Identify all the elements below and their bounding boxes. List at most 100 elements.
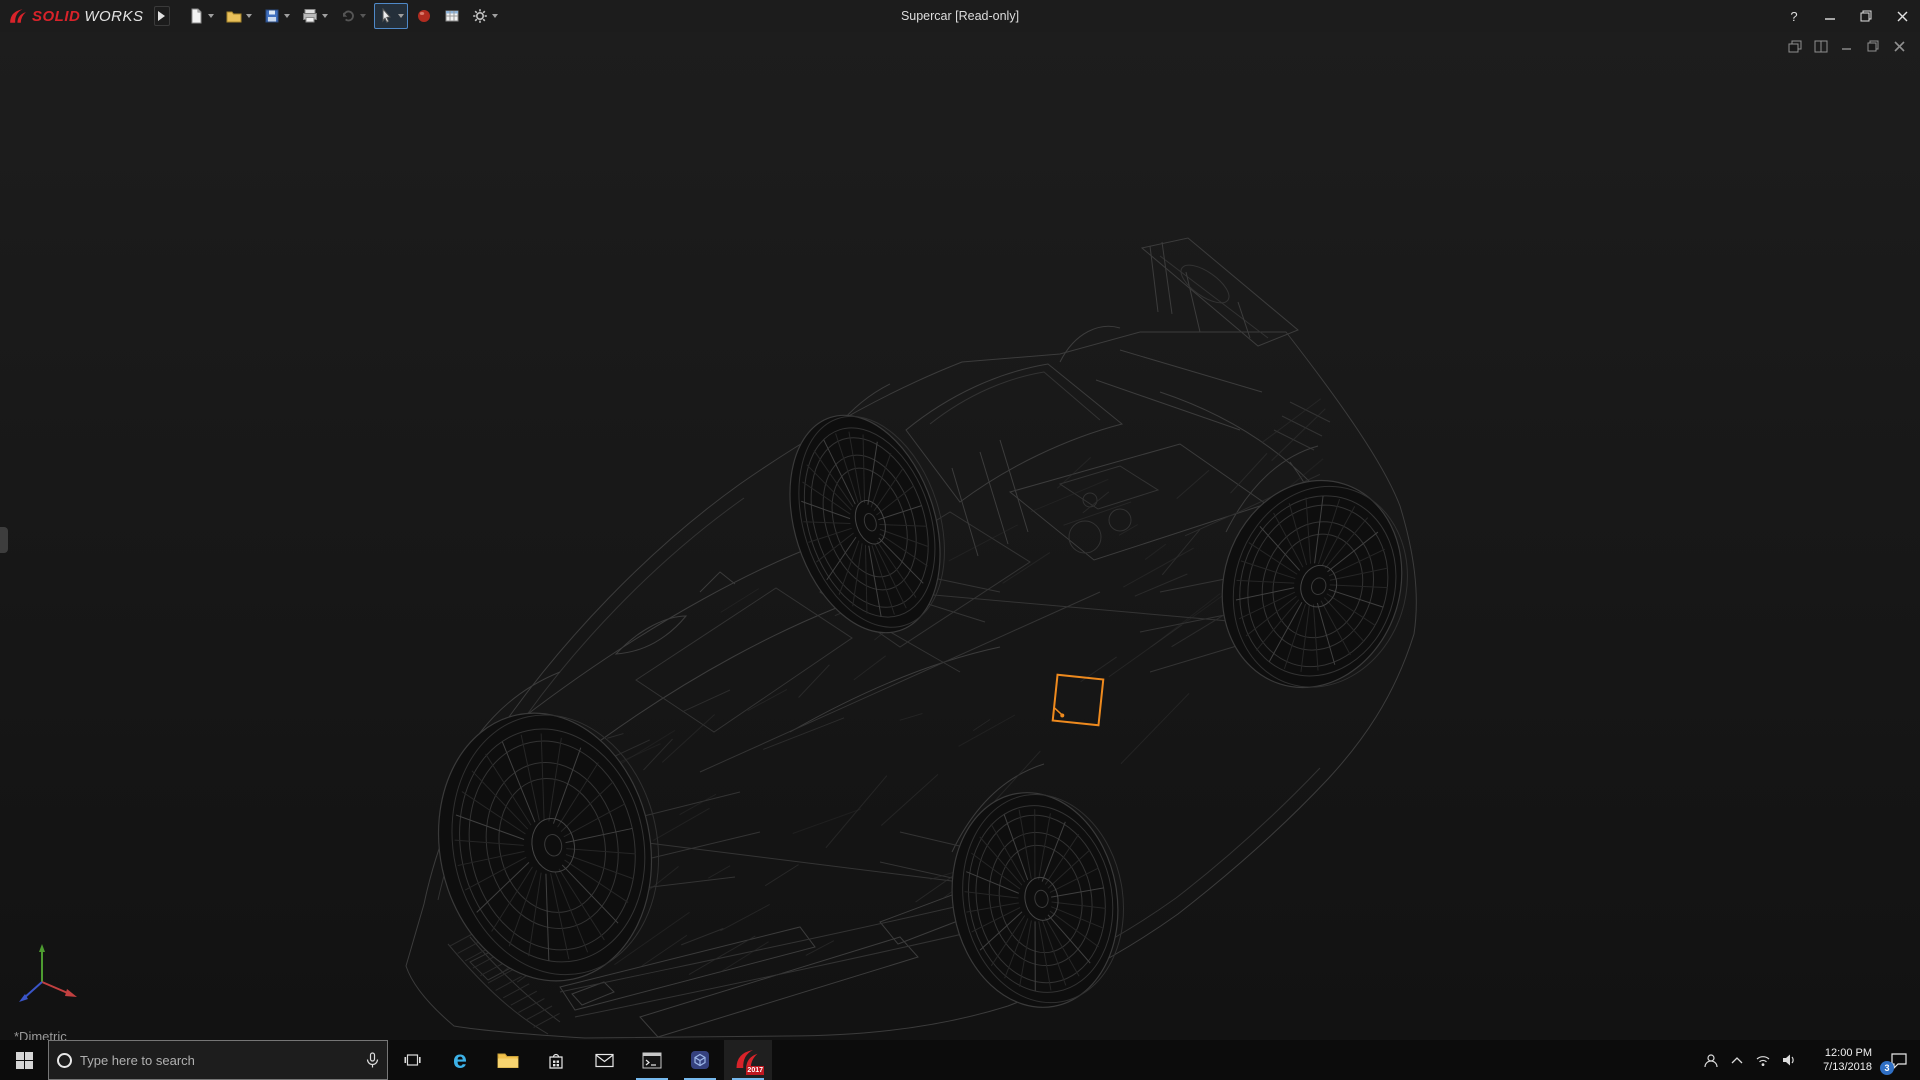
minimize-button[interactable] bbox=[1812, 0, 1848, 32]
window-controls: ? bbox=[1776, 0, 1920, 32]
solidworks-window: Supercar [Read-only] SOLIDWORKS bbox=[0, 0, 1920, 1080]
doc-cascade-button[interactable] bbox=[1786, 38, 1804, 54]
doc-minimize-button[interactable] bbox=[1838, 38, 1856, 54]
titlebar: Supercar [Read-only] SOLIDWORKS bbox=[0, 0, 1920, 32]
microphone-icon[interactable] bbox=[366, 1052, 379, 1069]
restore-button[interactable] bbox=[1848, 0, 1884, 32]
help-button[interactable]: ? bbox=[1776, 0, 1812, 32]
store-icon bbox=[547, 1051, 565, 1070]
minimize-icon bbox=[1825, 11, 1836, 22]
print-icon bbox=[302, 8, 318, 24]
taskbar-item-solidworks[interactable]: 2017 bbox=[724, 1040, 772, 1080]
sheet-icon bbox=[444, 8, 460, 24]
chevron-down-icon bbox=[246, 14, 252, 18]
cortana-icon bbox=[57, 1053, 72, 1068]
save-icon bbox=[264, 8, 280, 24]
save-button[interactable] bbox=[260, 3, 294, 29]
chevron-down-icon bbox=[284, 14, 290, 18]
start-button[interactable] bbox=[0, 1040, 48, 1080]
restore-icon bbox=[1860, 10, 1872, 22]
view-orientation-label: *Dimetric bbox=[14, 1029, 67, 1040]
gear-icon bbox=[472, 8, 488, 24]
wheel-front-right bbox=[935, 778, 1140, 1020]
viewport-canvas[interactable]: *Dimetric bbox=[0, 32, 1920, 1040]
undo-icon bbox=[340, 8, 356, 24]
mail-icon bbox=[595, 1053, 614, 1068]
action-center-button[interactable]: 3 bbox=[1878, 1040, 1920, 1080]
print-button[interactable] bbox=[298, 3, 332, 29]
chevron-down-icon bbox=[398, 14, 404, 18]
selection-highlight-box[interactable] bbox=[1053, 675, 1104, 726]
task-view-icon bbox=[404, 1052, 421, 1068]
viewport-edge-tab[interactable] bbox=[0, 527, 8, 553]
taskbar: e bbox=[0, 1040, 1920, 1080]
wireframe-scene[interactable] bbox=[0, 32, 1920, 1040]
brand-solid-label: SOLID bbox=[32, 8, 80, 25]
select-cursor-icon bbox=[378, 8, 394, 24]
taskbar-item-store[interactable] bbox=[532, 1040, 580, 1080]
taskbar-search[interactable] bbox=[48, 1040, 388, 1080]
people-icon[interactable] bbox=[1698, 1040, 1724, 1080]
new-document-button[interactable] bbox=[184, 3, 218, 29]
tile-windows-icon bbox=[1814, 40, 1828, 53]
new-document-icon bbox=[188, 8, 204, 24]
open-button[interactable] bbox=[222, 3, 256, 29]
close-icon bbox=[1897, 11, 1908, 22]
brand-works-label: WORKS bbox=[84, 8, 143, 25]
taskbar-item-edge[interactable]: e bbox=[436, 1040, 484, 1080]
network-icon[interactable] bbox=[1750, 1040, 1776, 1080]
windows-logo-icon bbox=[16, 1052, 33, 1069]
chevron-down-icon bbox=[360, 14, 366, 18]
wheel-front-left bbox=[414, 692, 683, 1001]
close-icon bbox=[1894, 41, 1905, 52]
rear-wing bbox=[1142, 238, 1298, 346]
minimize-icon bbox=[1841, 40, 1853, 52]
undo-button[interactable] bbox=[336, 3, 370, 29]
3d-viewer-icon bbox=[690, 1050, 710, 1070]
solidworks-swoosh-icon bbox=[8, 7, 28, 25]
edge-icon: e bbox=[453, 1048, 467, 1073]
solidworks-2017-icon: 2017 bbox=[735, 1047, 761, 1073]
doc-tile-button[interactable] bbox=[1812, 38, 1830, 54]
appearance-button[interactable] bbox=[412, 3, 436, 29]
wheel-rear-left bbox=[764, 394, 971, 652]
open-folder-icon bbox=[226, 8, 242, 24]
task-view-button[interactable] bbox=[388, 1040, 436, 1080]
search-input[interactable] bbox=[80, 1053, 358, 1068]
notification-badge: 3 bbox=[1880, 1061, 1894, 1075]
suspension-links bbox=[610, 572, 1260, 892]
restore-icon bbox=[1867, 40, 1879, 52]
properties-sheet-button[interactable] bbox=[440, 3, 464, 29]
chevron-down-icon bbox=[208, 14, 214, 18]
options-button[interactable] bbox=[468, 3, 502, 29]
wireframe-model[interactable] bbox=[406, 238, 1434, 1038]
system-tray: 12:00 PM 7/13/2018 3 bbox=[1698, 1040, 1920, 1080]
main-toolbar bbox=[184, 3, 502, 29]
hidden-icons-chevron-icon[interactable] bbox=[1724, 1040, 1750, 1080]
orientation-triad bbox=[19, 944, 77, 1002]
clock-time: 12:00 PM bbox=[1825, 1046, 1872, 1060]
volume-icon[interactable] bbox=[1776, 1040, 1802, 1080]
taskbar-item-command-prompt[interactable] bbox=[628, 1040, 676, 1080]
solidworks-logo: SOLIDWORKS bbox=[0, 7, 154, 25]
file-explorer-icon bbox=[497, 1051, 519, 1069]
chevron-down-icon bbox=[322, 14, 328, 18]
select-tool-button[interactable] bbox=[374, 3, 408, 29]
solidworks-year-badge: 2017 bbox=[746, 1066, 764, 1075]
engine-bay bbox=[952, 440, 1266, 560]
taskbar-clock[interactable]: 12:00 PM 7/13/2018 bbox=[1802, 1040, 1878, 1080]
taskbar-item-3d-viewer[interactable] bbox=[676, 1040, 724, 1080]
taskbar-item-mail[interactable] bbox=[580, 1040, 628, 1080]
appearance-sphere-icon bbox=[416, 8, 432, 24]
taskbar-item-file-explorer[interactable] bbox=[484, 1040, 532, 1080]
document-window-controls bbox=[1786, 38, 1908, 54]
chevron-down-icon bbox=[492, 14, 498, 18]
expand-arrow-icon bbox=[158, 11, 165, 21]
cascade-windows-icon bbox=[1788, 40, 1802, 53]
doc-restore-button[interactable] bbox=[1864, 38, 1882, 54]
clock-date: 7/13/2018 bbox=[1823, 1060, 1872, 1074]
doc-close-button[interactable] bbox=[1890, 38, 1908, 54]
close-button[interactable] bbox=[1884, 0, 1920, 32]
toolbar-expand-button[interactable] bbox=[154, 6, 170, 26]
command-prompt-icon bbox=[642, 1052, 662, 1069]
